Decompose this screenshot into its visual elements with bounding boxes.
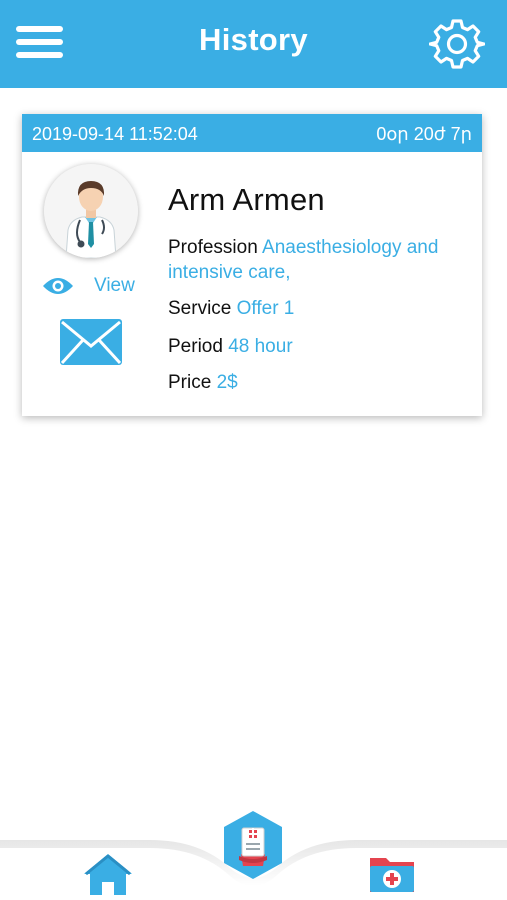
card-datetime: 2019-09-14 11:52:04: [32, 124, 198, 144]
service-label: Service: [168, 298, 232, 319]
app-header: History: [0, 0, 507, 88]
profession-row: Profession Anaesthesiology and intensive…: [168, 235, 478, 285]
card-header-bar: 2019-09-14 11:52:04 0օր 20ժ 7ր: [22, 114, 482, 152]
tab-home[interactable]: [82, 852, 134, 896]
period-row: Period 48 hour: [168, 334, 293, 359]
price-value: 2$: [216, 372, 238, 393]
tab-medical-record[interactable]: [222, 810, 284, 880]
settings-button[interactable]: [428, 16, 486, 72]
period-value: 48 hour: [228, 336, 293, 357]
view-label: View: [94, 275, 135, 296]
envelope-icon: [60, 319, 122, 365]
service-row: Service Offer 1: [168, 296, 294, 321]
home-icon: [84, 854, 132, 895]
medical-record-icon: [224, 811, 282, 879]
price-row: Price 2$: [168, 370, 238, 395]
history-card[interactable]: 2019-09-14 11:52:04 0օր 20ժ 7ր View Arm …: [22, 114, 482, 416]
profession-label: Profession: [168, 237, 258, 258]
price-label: Price: [168, 372, 212, 393]
doctor-avatar: [44, 164, 138, 258]
card-remaining-time: 0օր 20ժ 7ր: [376, 124, 472, 144]
gear-icon: [428, 19, 486, 69]
doctor-icon: [44, 164, 138, 258]
medical-folder-icon: [370, 858, 414, 892]
bottom-tab-bar: [0, 800, 507, 900]
message-button[interactable]: [60, 319, 122, 365]
period-label: Period: [168, 336, 223, 357]
service-value: Offer 1: [236, 298, 295, 319]
doctor-name: Arm Armen: [168, 182, 325, 217]
tab-medical-folder[interactable]: [368, 852, 416, 894]
view-profile-link[interactable]: View: [42, 272, 162, 300]
eye-icon: [43, 278, 73, 294]
